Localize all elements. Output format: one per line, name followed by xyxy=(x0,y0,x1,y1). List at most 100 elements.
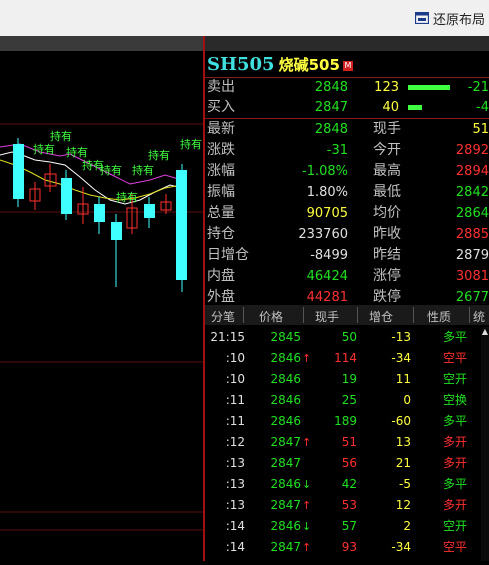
stat-label: 持仓 xyxy=(207,226,235,242)
tick-nature: 多开 xyxy=(443,435,468,449)
tick-oi-change: -60 xyxy=(391,414,411,428)
tick-oi-change: 0 xyxy=(403,393,411,407)
col-header-oi[interactable]: 增仓 xyxy=(369,308,393,325)
tick-row[interactable]: :13 2847 56 21 多开 xyxy=(205,453,489,474)
col-header-price[interactable]: 价格 xyxy=(259,308,283,325)
tick-time: :13 xyxy=(225,456,245,470)
layout-icon xyxy=(414,12,429,24)
up-arrow-icon: ↑ xyxy=(302,436,312,449)
tick-row[interactable]: :14 2847 ↑ 93 -34 空平 xyxy=(205,537,489,558)
stat-label: 今开 xyxy=(373,142,401,158)
stat-label: 涨跌 xyxy=(207,142,235,158)
candle xyxy=(111,214,122,287)
stat-row: 总量 90705 均价 2864 xyxy=(205,203,489,224)
stat-value: 2885 xyxy=(455,227,489,242)
tick-nature: 空换 xyxy=(443,393,468,407)
tick-oi-change: 13 xyxy=(395,435,411,449)
tick-nature: 多平 xyxy=(443,477,468,491)
candle xyxy=(176,164,187,292)
down-arrow-icon: ↓ xyxy=(302,520,312,533)
tick-oi-change: 21 xyxy=(395,456,411,470)
market-badge: M xyxy=(342,61,353,71)
hold-signal-label: 持有 xyxy=(132,163,154,177)
tick-volume: 53 xyxy=(341,498,357,512)
tick-nature: 多平 xyxy=(443,330,468,344)
kline-chart[interactable]: 持有 持有 持有 持有 持有 持有 持有 持有 持有 xyxy=(0,52,203,561)
stat-value: 3081 xyxy=(455,269,489,284)
stat-value: 2848 xyxy=(314,122,348,137)
instrument-code: SH505 xyxy=(207,54,275,75)
tick-oi-change: -13 xyxy=(391,330,411,344)
hold-signal-label: 持有 xyxy=(33,142,55,156)
tick-nature: 多开 xyxy=(443,498,468,512)
col-divider xyxy=(303,307,304,323)
tick-row[interactable]: :13 2847 ↑ 53 12 多开 xyxy=(205,495,489,516)
hold-signal-label: 持有 xyxy=(100,163,122,177)
col-header-stat[interactable]: 统 xyxy=(473,308,485,325)
tick-volume: 56 xyxy=(341,456,357,470)
tick-volume: 42 xyxy=(341,477,357,491)
ask-row[interactable]: 卖出 2848 123 -21 xyxy=(205,77,489,98)
stat-value: 2879 xyxy=(455,248,489,263)
tick-price: 2846 xyxy=(270,393,301,407)
restore-layout-button[interactable]: 还原布局 xyxy=(414,9,485,28)
tick-row[interactable]: :11 2846 189 -60 多平 xyxy=(205,411,489,432)
kline-svg: 持有 持有 持有 持有 持有 持有 持有 持有 持有 xyxy=(0,123,203,531)
tick-nature: 空平 xyxy=(443,351,468,365)
up-arrow-icon: ↑ xyxy=(302,499,312,512)
tick-time: :14 xyxy=(225,519,245,533)
stat-label: 振幅 xyxy=(207,184,235,200)
ask-change: -21 xyxy=(467,80,489,95)
tick-oi-change: 11 xyxy=(395,372,411,386)
col-divider xyxy=(357,307,358,323)
stat-label: 最高 xyxy=(373,163,401,179)
tick-row[interactable]: 21:15 2845 50 -13 多平 xyxy=(205,327,489,348)
tick-row[interactable]: :13 2846 ↓ 42 -5 多平 xyxy=(205,474,489,495)
scroll-up-icon[interactable]: ▲ xyxy=(481,327,489,337)
tick-row[interactable]: :10 2846 ↑ 114 -34 空平 xyxy=(205,348,489,369)
bid-label: 买入 xyxy=(207,99,235,115)
scrollbar[interactable] xyxy=(481,327,489,561)
down-arrow-icon: ↓ xyxy=(302,478,312,491)
tick-row[interactable]: :11 2846 25 0 空换 xyxy=(205,390,489,411)
tick-oi-change: -34 xyxy=(391,351,411,365)
hold-signal-label: 持有 xyxy=(180,137,202,151)
tick-price: 2846 xyxy=(270,477,301,491)
ticks-header: 分笔 价格 现手 增仓 性质 统 xyxy=(205,305,489,325)
tick-price: 2846 xyxy=(270,372,301,386)
col-header-volume[interactable]: 现手 xyxy=(315,308,339,325)
tick-nature: 多开 xyxy=(443,456,468,470)
stat-label: 最新 xyxy=(207,121,235,137)
tick-price: 2845 xyxy=(270,330,301,344)
stat-label: 均价 xyxy=(373,205,401,221)
col-header-time[interactable]: 分笔 xyxy=(211,308,235,325)
stat-value: 2892 xyxy=(455,143,489,158)
ask-label: 卖出 xyxy=(207,79,235,95)
up-arrow-icon: ↑ xyxy=(302,352,312,365)
stat-label: 现手 xyxy=(373,121,401,137)
candle xyxy=(44,164,57,192)
tick-row[interactable]: :12 2847 ↑ 51 13 多开 xyxy=(205,432,489,453)
tick-oi-change: 12 xyxy=(395,498,411,512)
tick-volume: 189 xyxy=(334,414,357,428)
tick-time: :11 xyxy=(225,393,245,407)
tick-nature: 空平 xyxy=(443,540,468,554)
tick-price: 2847 xyxy=(270,435,301,449)
stat-value: 90705 xyxy=(306,206,348,221)
col-divider xyxy=(469,307,470,323)
col-header-nature[interactable]: 性质 xyxy=(427,308,451,325)
top-toolbar: 还原布局 xyxy=(0,0,489,36)
bid-row[interactable]: 买入 2847 40 -4 xyxy=(205,97,489,118)
candle xyxy=(77,187,89,224)
tick-volume: 114 xyxy=(334,351,357,365)
tick-volume: 51 xyxy=(341,435,357,449)
tick-time: 21:15 xyxy=(210,330,245,344)
stat-label: 昨结 xyxy=(373,247,401,263)
col-divider xyxy=(243,307,244,323)
tick-time: :13 xyxy=(225,477,245,491)
tick-row[interactable]: :10 2846 19 11 空开 xyxy=(205,369,489,390)
tick-volume: 93 xyxy=(341,540,357,554)
bid-volume-bar xyxy=(408,105,422,110)
tick-price: 2847 xyxy=(270,456,301,470)
tick-row[interactable]: :14 2846 ↓ 57 2 空开 xyxy=(205,516,489,537)
